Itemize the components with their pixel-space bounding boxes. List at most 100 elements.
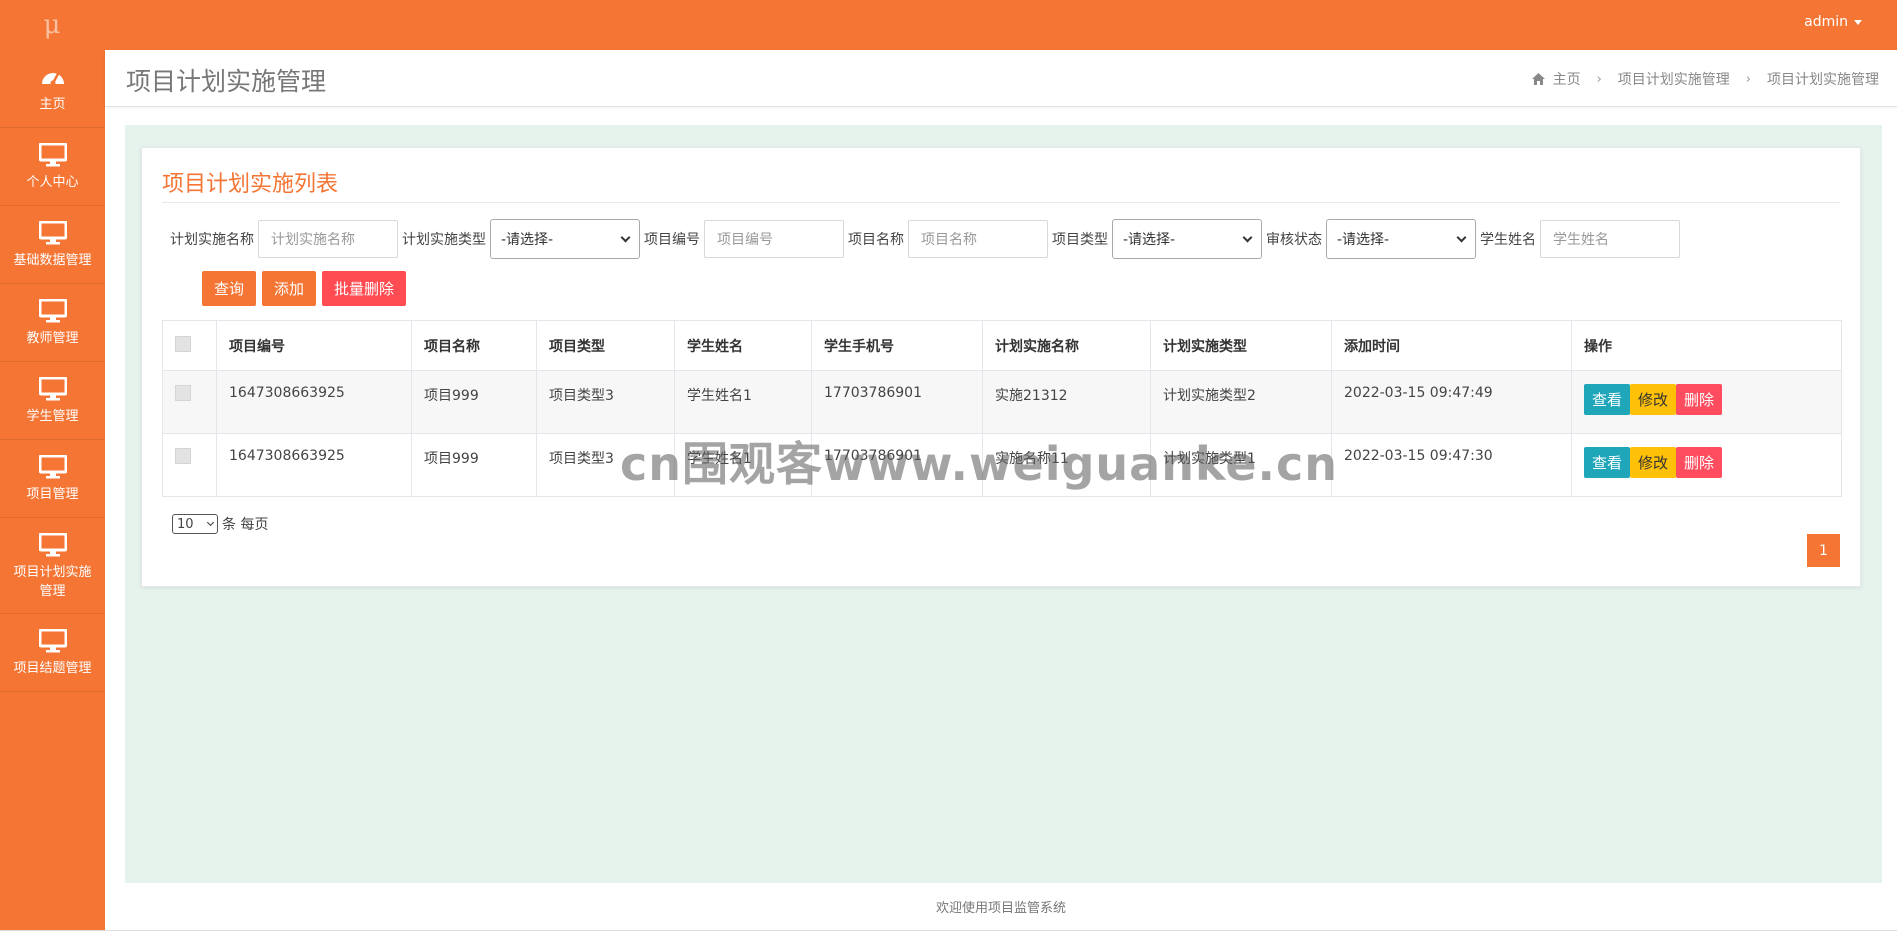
table-row: 1647308663925 项目999 项目类型3 学生姓名1 17703786… xyxy=(162,370,1842,434)
sidebar-item-basic-data[interactable]: 基础数据管理 xyxy=(0,206,105,284)
caret-down-icon xyxy=(1854,19,1862,25)
row-select-cell xyxy=(162,433,217,497)
monitor-icon xyxy=(38,141,67,169)
table-cell: 17703786901 xyxy=(811,433,983,497)
column-header: 项目名称 xyxy=(411,320,537,371)
sidebar-item-profile[interactable]: 个人中心 xyxy=(0,128,105,206)
plan-type-select[interactable]: -请选择- xyxy=(490,219,640,259)
batch-delete-button[interactable]: 批量删除 xyxy=(322,271,407,306)
sidebar-item-label: 主页 xyxy=(39,97,66,112)
sidebar-item-label: 教师管理 xyxy=(26,331,79,346)
sidebar: 主页 个人中心 基础数据管理 教师管理 学生管理 项目管理 项目计划实施管理 项… xyxy=(0,50,105,937)
project-type-select[interactable]: -请选择- xyxy=(1112,219,1262,259)
sidebar-item-project-plans[interactable]: 项目计划实施管理 xyxy=(0,518,105,614)
filter-label: 项目编号 xyxy=(644,232,700,248)
table-cell: 2022-03-15 09:47:49 xyxy=(1331,370,1572,434)
breadcrumb: 主页 › 项目计划实施管理 › 项目计划实施管理 xyxy=(1531,69,1879,89)
add-button[interactable]: 添加 xyxy=(262,271,317,306)
chevron-down-icon xyxy=(1456,232,1467,242)
filter-label: 学生姓名 xyxy=(1480,232,1536,248)
table-cell: 项目999 xyxy=(411,433,537,497)
monitor-icon xyxy=(38,531,67,559)
page-size-control: 10 条 每页 xyxy=(172,514,268,534)
monitor-icon xyxy=(38,627,67,655)
list-panel: 项目计划实施列表 计划实施名称 计划实施名称 计划实施类型 -请选择- 项目编号… xyxy=(141,147,1861,587)
table-cell: 项目类型3 xyxy=(536,370,675,434)
row-select-cell xyxy=(162,370,217,434)
breadcrumb-home[interactable]: 主页 xyxy=(1553,69,1581,89)
row-actions-cell: 查看 修改 删除 xyxy=(1571,370,1842,434)
row-actions-cell: 查看 修改 删除 xyxy=(1571,433,1842,497)
sidebar-item-label: 项目计划实施管理 xyxy=(13,564,92,599)
page-size-select[interactable]: 10 xyxy=(172,514,218,534)
project-number-input[interactable]: 项目编号 xyxy=(704,220,844,258)
filter-label: 计划实施类型 xyxy=(402,232,486,248)
bottom-strip xyxy=(0,930,1897,937)
table-row: 1647308663925 项目999 项目类型3 学生姓名1 17703786… xyxy=(162,433,1842,497)
delete-button[interactable]: 删除 xyxy=(1676,447,1723,478)
view-button[interactable]: 查看 xyxy=(1584,384,1631,415)
dashboard-icon xyxy=(40,63,66,91)
panel-title: 项目计划实施列表 xyxy=(162,172,339,197)
edit-button[interactable]: 修改 xyxy=(1630,384,1677,415)
table-cell: 学生姓名1 xyxy=(674,370,812,434)
user-menu[interactable]: admin xyxy=(1804,14,1862,30)
table-header-row: 项目编号 项目名称 项目类型 学生姓名 学生手机号 计划实施名称 计划实施类型 … xyxy=(162,320,1842,371)
column-header: 计划实施名称 xyxy=(982,320,1151,371)
sidebar-item-label: 基础数据管理 xyxy=(13,253,92,268)
student-name-input[interactable]: 学生姓名 xyxy=(1540,220,1680,258)
project-name-input[interactable]: 项目名称 xyxy=(908,220,1048,258)
filter-label: 项目类型 xyxy=(1052,232,1108,248)
sidebar-item-label: 学生管理 xyxy=(26,409,79,424)
filter-label: 审核状态 xyxy=(1266,232,1322,248)
query-button[interactable]: 查询 xyxy=(202,271,257,306)
monitor-icon xyxy=(38,453,67,481)
row-checkbox[interactable] xyxy=(175,385,191,401)
table-cell: 项目999 xyxy=(411,370,537,434)
delete-button[interactable]: 删除 xyxy=(1676,384,1723,415)
sidebar-item-students[interactable]: 学生管理 xyxy=(0,362,105,440)
select-all-cell xyxy=(162,320,217,371)
breadcrumb-current: 项目计划实施管理 xyxy=(1767,72,1879,88)
filter-bar: 计划实施名称 计划实施名称 计划实施类型 -请选择- 项目编号 项目编号 项目名… xyxy=(170,219,1684,259)
user-name: admin xyxy=(1804,14,1848,30)
table-cell: 实施名称11 xyxy=(982,433,1151,497)
table-cell: 实施21312 xyxy=(982,370,1151,434)
breadcrumb-item[interactable]: 项目计划实施管理 xyxy=(1618,69,1730,89)
column-header: 学生手机号 xyxy=(811,320,983,371)
table-cell: 2022-03-15 09:47:30 xyxy=(1331,433,1572,497)
select-all-checkbox[interactable] xyxy=(175,335,191,352)
sidebar-item-teachers[interactable]: 教师管理 xyxy=(0,284,105,362)
table-cell: 计划实施类型2 xyxy=(1150,370,1332,434)
sidebar-item-project-closure[interactable]: 项目结题管理 xyxy=(0,614,105,692)
action-bar: 查询 添加 批量删除 xyxy=(202,271,407,306)
page-number-button[interactable]: 1 xyxy=(1807,534,1840,567)
view-button[interactable]: 查看 xyxy=(1584,447,1631,478)
select-value: 10 xyxy=(177,516,194,532)
review-status-select[interactable]: -请选择- xyxy=(1326,219,1476,259)
select-value: -请选择- xyxy=(501,232,554,248)
monitor-icon xyxy=(38,219,67,247)
sidebar-item-projects[interactable]: 项目管理 xyxy=(0,440,105,518)
column-header: 计划实施类型 xyxy=(1150,320,1332,371)
table-cell: 1647308663925 xyxy=(216,370,412,434)
column-header: 添加时间 xyxy=(1331,320,1572,371)
column-header: 项目编号 xyxy=(216,320,412,371)
edit-button[interactable]: 修改 xyxy=(1630,447,1677,478)
plan-name-input[interactable]: 计划实施名称 xyxy=(258,220,398,258)
app-logo: μ xyxy=(43,10,61,40)
page-size-label: 条 每页 xyxy=(222,517,269,533)
chevron-down-icon xyxy=(620,232,631,242)
chevron-down-icon xyxy=(206,518,215,527)
sidebar-item-label: 项目管理 xyxy=(26,487,79,502)
sidebar-item-home[interactable]: 主页 xyxy=(0,50,105,128)
monitor-icon xyxy=(38,375,67,403)
table-cell: 学生姓名1 xyxy=(674,433,812,497)
table-cell: 17703786901 xyxy=(811,370,983,434)
column-header: 操作 xyxy=(1571,320,1842,371)
table-cell: 项目类型3 xyxy=(536,433,675,497)
row-checkbox[interactable] xyxy=(175,448,191,464)
page-title: 项目计划实施管理 xyxy=(126,67,327,96)
table-cell: 1647308663925 xyxy=(216,433,412,497)
monitor-icon xyxy=(38,297,67,325)
